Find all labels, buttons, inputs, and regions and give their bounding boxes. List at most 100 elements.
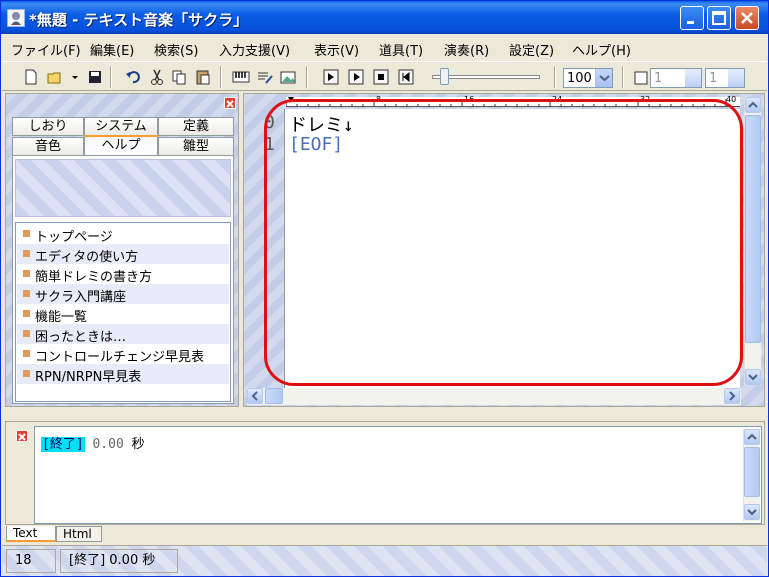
text-editor[interactable]: ドレミ↓ [EOF] — [284, 109, 740, 389]
help-list: トップページ エディタの使い方 簡単ドレミの書き方 サクラ入門講座 機能一覧 困… — [15, 222, 231, 402]
sakura-app-icon[interactable] — [7, 9, 25, 27]
paste-icon[interactable] — [194, 68, 212, 86]
spin-field-1-value: 1 — [654, 71, 663, 86]
help-item-feature-list[interactable]: 機能一覧 — [17, 304, 229, 325]
zoom-combobox[interactable]: 100 — [563, 68, 613, 88]
tab-html[interactable]: Html — [56, 526, 102, 542]
spin-updown-icon[interactable] — [728, 69, 744, 87]
log-time-unit: 秒 — [131, 437, 145, 452]
bullet-icon — [23, 270, 30, 277]
play-icon[interactable] — [347, 68, 365, 86]
line-number: 1 — [264, 134, 275, 155]
spin-updown-icon[interactable] — [685, 69, 701, 87]
scroll-up-icon[interactable] — [744, 429, 760, 445]
toolbar-separator — [306, 66, 308, 88]
editor-panel: 8 16 24 32 40 0 1 ドレミ↓ [EOF] — [243, 93, 765, 407]
open-folder-icon[interactable] — [46, 68, 64, 86]
help-item-troubleshooting[interactable]: 困ったときは… — [17, 324, 229, 345]
scroll-thumb[interactable] — [745, 115, 761, 343]
stop-icon[interactable] — [372, 68, 390, 86]
help-item-easy-doremi[interactable]: 簡単ドレミの書き方 — [17, 264, 229, 285]
zoom-value: 100 — [567, 71, 592, 86]
keyboard-icon[interactable] — [232, 68, 250, 86]
maximize-button[interactable] — [707, 6, 731, 30]
log-status-tag: [終了] — [41, 437, 85, 452]
scroll-up-icon[interactable] — [745, 97, 761, 113]
status-message: [終了] 0.00 秒 — [60, 549, 178, 573]
bullet-icon — [23, 230, 30, 237]
minimize-button[interactable] — [680, 6, 704, 30]
scroll-right-icon[interactable] — [724, 388, 740, 404]
editor-horizontal-scrollbar[interactable] — [247, 388, 741, 405]
menu-edit[interactable]: 編集(E) — [90, 40, 134, 59]
side-panel: しおり システム 定義 音色 ヘルプ 雛型 トップページ エディタの使い方 簡単… — [5, 93, 239, 407]
scroll-thumb[interactable] — [265, 388, 283, 404]
help-banner-image — [15, 159, 231, 217]
line-number: 0 — [264, 112, 275, 133]
tab-bookmarks[interactable]: しおり — [12, 117, 84, 136]
scroll-down-icon[interactable] — [745, 369, 761, 385]
log-output[interactable]: [終了] 0.00 秒 — [34, 426, 762, 524]
status-line-number: 18 — [6, 549, 56, 573]
menu-play[interactable]: 演奏(R) — [444, 40, 489, 59]
tab-help[interactable]: ヘルプ — [84, 135, 158, 156]
chevron-down-icon[interactable] — [595, 69, 612, 87]
rewind-icon[interactable] — [397, 68, 415, 86]
ruler-label: 32 — [640, 95, 651, 104]
scroll-thumb[interactable] — [744, 447, 760, 497]
spin-field-2[interactable]: 1 — [705, 68, 745, 88]
close-icon[interactable] — [224, 97, 236, 109]
position-slider-thumb[interactable] — [440, 68, 449, 85]
tab-text[interactable]: Text — [6, 526, 56, 542]
spin-field-2-value: 1 — [709, 71, 718, 86]
menu-search[interactable]: 検索(S) — [154, 40, 198, 59]
title-bar[interactable]: *無題 - テキスト音楽「サクラ」 — [1, 1, 768, 34]
menu-file[interactable]: ファイル(F) — [11, 40, 81, 59]
tab-definitions[interactable]: 定義 — [158, 117, 234, 136]
eof-marker: [EOF] — [289, 134, 344, 155]
tab-templates[interactable]: 雛型 — [158, 137, 234, 156]
scroll-down-icon[interactable] — [744, 504, 760, 520]
menu-input-assist[interactable]: 入力支援(V) — [219, 40, 290, 59]
help-item-top-page[interactable]: トップページ — [17, 224, 229, 245]
log-panel: [終了] 0.00 秒 — [5, 421, 765, 525]
log-vertical-scrollbar[interactable] — [743, 429, 760, 521]
box-icon — [632, 68, 648, 86]
help-item-intro-course[interactable]: サクラ入門講座 — [17, 284, 229, 305]
toolbar-separator — [554, 66, 556, 88]
close-button[interactable] — [735, 6, 759, 30]
menu-view[interactable]: 表示(V) — [314, 40, 359, 59]
toolbar: 100 1 1 — [2, 61, 767, 91]
copy-icon[interactable] — [170, 68, 188, 86]
undo-icon[interactable] — [124, 68, 142, 86]
ruler-label: 8 — [376, 95, 382, 104]
help-tab-content: トップページ エディタの使い方 簡単ドレミの書き方 サクラ入門講座 機能一覧 困… — [12, 155, 234, 404]
menu-tools[interactable]: 道具(T) — [379, 40, 423, 59]
save-icon[interactable] — [86, 68, 104, 86]
ruler-label: 40 — [726, 95, 737, 104]
tab-voice[interactable]: 音色 — [12, 137, 84, 156]
editor-vertical-scrollbar[interactable] — [744, 97, 761, 385]
cut-icon[interactable] — [148, 68, 166, 86]
text-edit-icon[interactable] — [256, 68, 274, 86]
ruler-label: 24 — [552, 95, 563, 104]
tab-system[interactable]: システム — [84, 117, 158, 136]
help-item-rpn-nrpn[interactable]: RPN/NRPN早見表 — [17, 364, 229, 385]
menu-bar: ファイル(F) 編集(E) 検索(S) 入力支援(V) 表示(V) 道具(T) … — [2, 36, 767, 59]
help-item-control-change[interactable]: コントロールチェンジ早見表 — [17, 344, 229, 365]
ruler-label: 16 — [464, 95, 475, 104]
toolbar-separator — [110, 66, 112, 88]
menu-help[interactable]: ヘルプ(H) — [572, 40, 631, 59]
bullet-icon — [23, 310, 30, 317]
spin-field-1[interactable]: 1 — [650, 68, 702, 88]
close-icon[interactable] — [16, 430, 28, 442]
new-file-icon[interactable] — [22, 68, 40, 86]
play-from-cursor-icon[interactable] — [322, 68, 340, 86]
open-dropdown-icon[interactable] — [66, 68, 78, 86]
bullet-icon — [23, 350, 30, 357]
bullet-icon — [23, 370, 30, 377]
menu-settings[interactable]: 設定(Z) — [509, 40, 554, 59]
help-item-editor-usage[interactable]: エディタの使い方 — [17, 244, 229, 265]
scroll-left-icon[interactable] — [247, 388, 263, 404]
picture-icon[interactable] — [279, 68, 297, 86]
